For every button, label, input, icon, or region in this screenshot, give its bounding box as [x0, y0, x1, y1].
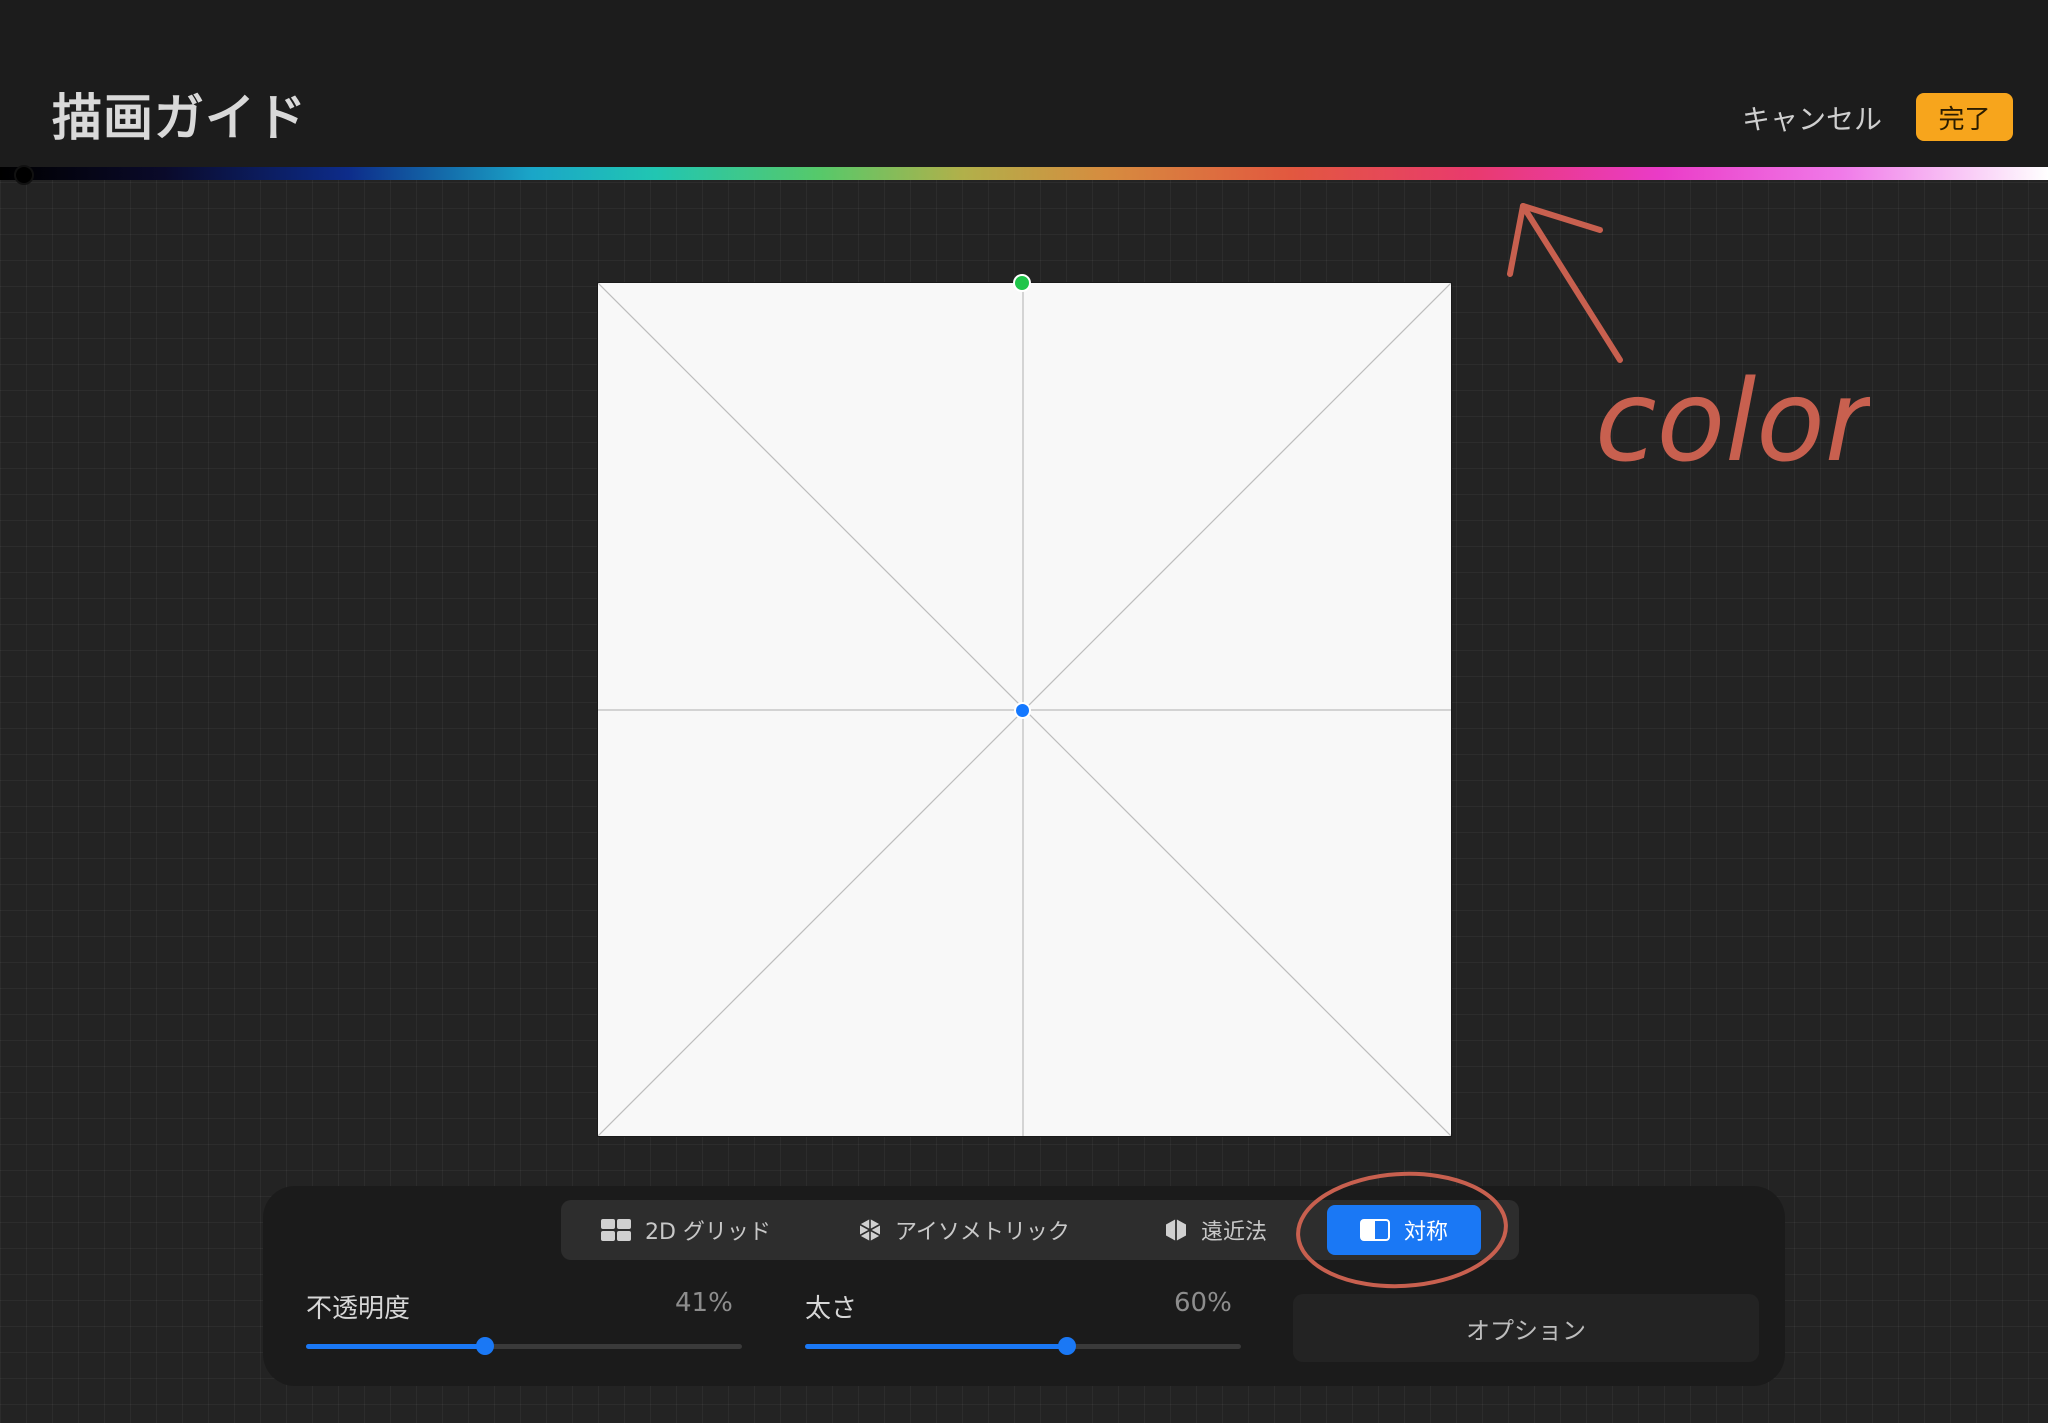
cancel-button[interactable]: キャンセル — [1742, 98, 1882, 138]
opacity-slider-thumb[interactable] — [475, 1337, 494, 1355]
top-bar: 描画ガイド キャンセル 完了 — [0, 0, 2048, 170]
opacity-value: 41% — [675, 1288, 733, 1318]
center-handle[interactable] — [1014, 702, 1031, 719]
done-button[interactable]: 完了 — [1916, 93, 2013, 141]
page-title: 描画ガイド — [52, 89, 307, 147]
guide-options-panel: 2D グリッド アイソメトリック 遠近法 対称 不透明度 41% 太さ 60% … — [263, 1171, 1785, 1386]
tab-isometric[interactable]: アイソメトリック — [859, 1200, 1070, 1260]
opacity-label: 不透明度 — [306, 1294, 411, 1324]
tab-perspective[interactable]: 遠近法 — [1165, 1200, 1267, 1260]
opacity-slider[interactable] — [306, 1337, 742, 1355]
thickness-slider-thumb[interactable] — [1057, 1337, 1076, 1355]
grid-icon — [601, 1219, 631, 1241]
rotation-handle[interactable] — [1013, 274, 1031, 292]
highlight-circle-annotation — [1296, 1171, 1508, 1289]
thickness-value: 60% — [1174, 1288, 1232, 1318]
isometric-icon — [859, 1218, 881, 1242]
opacity-slider-fill — [306, 1344, 485, 1349]
color-slider-knob[interactable] — [14, 165, 34, 185]
tab-2d-grid-label: 2D グリッド — [645, 1220, 771, 1245]
annotation-text: color — [1595, 357, 1870, 487]
tab-isometric-label: アイソメトリック — [895, 1220, 1070, 1245]
color-spectrum-slider[interactable] — [0, 167, 2048, 180]
thickness-slider-fill — [805, 1344, 1067, 1349]
handwritten-annotation: color — [1490, 190, 1877, 494]
tab-perspective-label: 遠近法 — [1201, 1220, 1268, 1245]
thickness-slider[interactable] — [805, 1337, 1241, 1355]
thickness-label: 太さ — [805, 1294, 858, 1324]
annotation-arrow-icon: color — [1507, 203, 1877, 487]
perspective-icon — [1165, 1218, 1187, 1242]
tab-2d-grid[interactable]: 2D グリッド — [601, 1200, 771, 1260]
options-button[interactable]: オプション — [1293, 1294, 1759, 1362]
